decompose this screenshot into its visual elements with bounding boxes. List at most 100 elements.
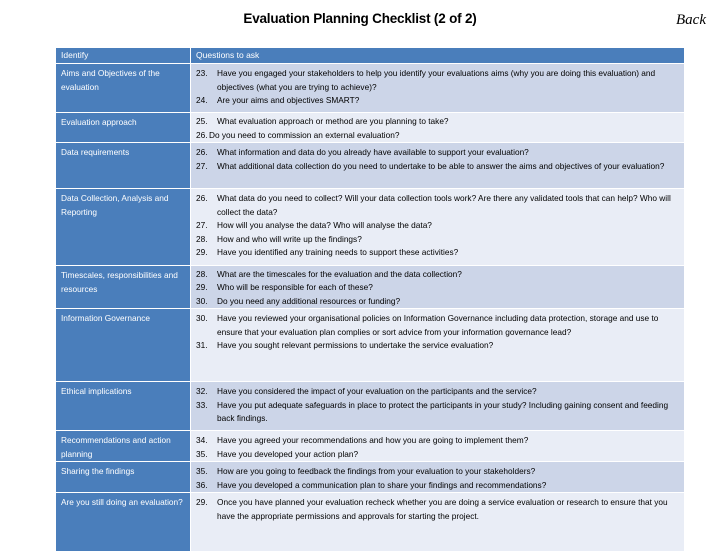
question-text: Do you need to commission an external ev…: [209, 129, 400, 140]
question-item: 34. Have you agreed your recommendations …: [191, 434, 684, 448]
questions-cell: 28. What are the timescales for the evalu…: [191, 266, 684, 308]
question-number: 30.: [196, 295, 208, 306]
question-item: 32. Have you considered the impact of you…: [191, 385, 684, 399]
questions-cell: 35. How are you going to feedback the fin…: [191, 462, 684, 492]
checklist-group-container: Aims and Objectives of the evaluation 23.…: [56, 64, 684, 551]
question-text: Have you identified any training needs t…: [217, 247, 459, 257]
question-number: 35.: [196, 448, 208, 459]
question-item: 30. Have you reviewed your organisational…: [191, 312, 684, 339]
cell-bottom-filler: [191, 353, 684, 382]
question-text: What are the timescales for the evaluati…: [217, 268, 462, 279]
question-text: What additional data collection do you n…: [217, 160, 665, 171]
question-number: 29.: [196, 497, 208, 507]
category-cell: Timescales, responsibilities and resourc…: [56, 266, 190, 308]
question-item: 35. Have you developed your action plan?: [191, 448, 684, 462]
question-item: 25. What evaluation approach or method ar…: [191, 115, 684, 129]
question-number: 27.: [196, 220, 208, 230]
cell-bottom-filler: [191, 426, 684, 431]
question-item: 29. Have you identified any training need…: [191, 246, 684, 260]
question-number: 32.: [196, 386, 208, 396]
checklist-group-row: Data Collection, Analysis and Reporting 2…: [56, 189, 684, 265]
question-item: 33. Have you put adequate safeguards in p…: [191, 399, 684, 426]
question-number: 26.: [196, 193, 208, 203]
checklist-group-row: Evaluation approach 25. What evaluation ap…: [56, 113, 684, 142]
category-cell: Ethical implications: [56, 382, 190, 430]
cell-bottom-filler: [191, 173, 684, 188]
question-text: Have you considered the impact of your e…: [217, 386, 537, 396]
question-text: Once you have planned your evaluation re…: [217, 497, 668, 521]
checklist-table: Identify Questions to ask Aims and Objec…: [56, 48, 684, 551]
question-text: Who will be responsible for each of thes…: [217, 282, 373, 292]
questions-cell: 26. What data do you need to collect? Wil…: [191, 189, 684, 265]
table-header-row: Identify Questions to ask: [56, 48, 684, 63]
question-text: What evaluation approach or method are y…: [217, 116, 449, 126]
category-cell: Information Governance: [56, 309, 190, 381]
page-title: Evaluation Planning Checklist (2 of 2): [243, 11, 477, 26]
checklist-group-row: Recommendations and action planning 34. Ha…: [56, 431, 684, 461]
question-number: 34.: [196, 435, 208, 445]
checklist-group-row: Ethical implications 32. Have you consider…: [56, 382, 684, 430]
question-item: 26. What data do you need to collect? Wil…: [191, 192, 684, 219]
category-cell: Recommendations and action planning: [56, 431, 190, 461]
question-number: 26.: [196, 147, 208, 157]
question-text: How will you analyse the data? Who will …: [217, 220, 432, 230]
category-cell: Data Collection, Analysis and Reporting: [56, 189, 190, 265]
question-number: 28.: [196, 268, 208, 279]
question-item: 29. Who will be responsible for each of t…: [191, 281, 684, 295]
question-text: Have you put adequate safeguards in plac…: [217, 399, 669, 424]
question-item: 36. Have you developed a communication pl…: [191, 479, 684, 493]
question-item: 30. Do you need any additional resources …: [191, 295, 684, 309]
category-cell: Evaluation approach: [56, 113, 190, 142]
question-text: Have you developed a communication plan …: [217, 479, 547, 490]
question-number: 23.: [196, 68, 208, 78]
checklist-group-row: Data requirements 26. What information and…: [56, 143, 684, 188]
slide-header: Evaluation Planning Checklist (2 of 2) B…: [0, 0, 720, 44]
question-item: 28. What are the timescales for the evalu…: [191, 268, 684, 282]
questions-cell: 32. Have you considered the impact of you…: [191, 382, 684, 430]
questions-cell: 23. Have you engaged your stakeholders to…: [191, 64, 684, 112]
checklist-group-row: Timescales, responsibilities and resourc…: [56, 266, 684, 308]
question-number: 33.: [196, 399, 208, 410]
question-number: 25.: [196, 116, 208, 126]
question-number: 30.: [196, 313, 208, 323]
question-item: 29. Once you have planned your evaluation…: [191, 496, 684, 523]
checklist-group-row: Aims and Objectives of the evaluation 23.…: [56, 64, 684, 112]
question-text: Have you sought relevant permissions to …: [217, 340, 494, 350]
question-number: 27.: [196, 160, 208, 171]
question-number: 24.: [196, 95, 208, 105]
question-text: Have you developed your action plan?: [217, 448, 359, 459]
category-cell: Sharing the findings: [56, 462, 190, 492]
column-header-questions: Questions to ask: [191, 48, 684, 63]
question-text: What information and data do you already…: [217, 147, 529, 157]
category-cell: Data requirements: [56, 143, 190, 188]
question-item: 23. Have you engaged your stakeholders to…: [191, 67, 684, 94]
question-number: 36.: [196, 479, 208, 490]
category-cell: Are you still doing an evaluation?: [56, 493, 190, 551]
question-number: 28.: [196, 233, 208, 244]
back-link[interactable]: Back: [676, 12, 706, 29]
question-text: Do you need any additional resources or …: [217, 295, 401, 306]
checklist-group-row: Are you still doing an evaluation? 29. Onc…: [56, 493, 684, 551]
cell-bottom-filler: [191, 108, 684, 113]
question-item: 27. What additional data collection do yo…: [191, 160, 684, 174]
question-text: How and who will write up the findings?: [217, 233, 362, 244]
cell-bottom-filler: [191, 260, 684, 266]
question-text: Are your aims and objectives SMART?: [217, 95, 360, 105]
checklist-group-row: Sharing the findings 35. How are you going…: [56, 462, 684, 492]
cell-bottom-filler: [191, 523, 684, 551]
question-number: 29.: [196, 247, 208, 257]
questions-cell: 25. What evaluation approach or method ar…: [191, 113, 684, 142]
questions-cell: 30. Have you reviewed your organisational…: [191, 309, 684, 381]
question-number: 26.: [196, 129, 208, 140]
question-number: 29.: [196, 282, 208, 292]
column-header-identify: Identify: [56, 48, 190, 63]
question-text: Have you engaged your stakeholders to he…: [217, 68, 656, 92]
question-item: 27. How will you analyse the data? Who wi…: [191, 219, 684, 233]
question-item: 35. How are you going to feedback the fin…: [191, 465, 684, 479]
category-cell: Aims and Objectives of the evaluation: [56, 64, 190, 112]
checklist-group-row: Information Governance 30. Have you review…: [56, 309, 684, 381]
question-text: Have you agreed your recommendations and…: [217, 435, 529, 445]
question-item: 26. Do you need to commission an external…: [191, 129, 684, 143]
question-text: Have you reviewed your organisational po…: [217, 313, 659, 337]
question-number: 35.: [196, 466, 208, 476]
